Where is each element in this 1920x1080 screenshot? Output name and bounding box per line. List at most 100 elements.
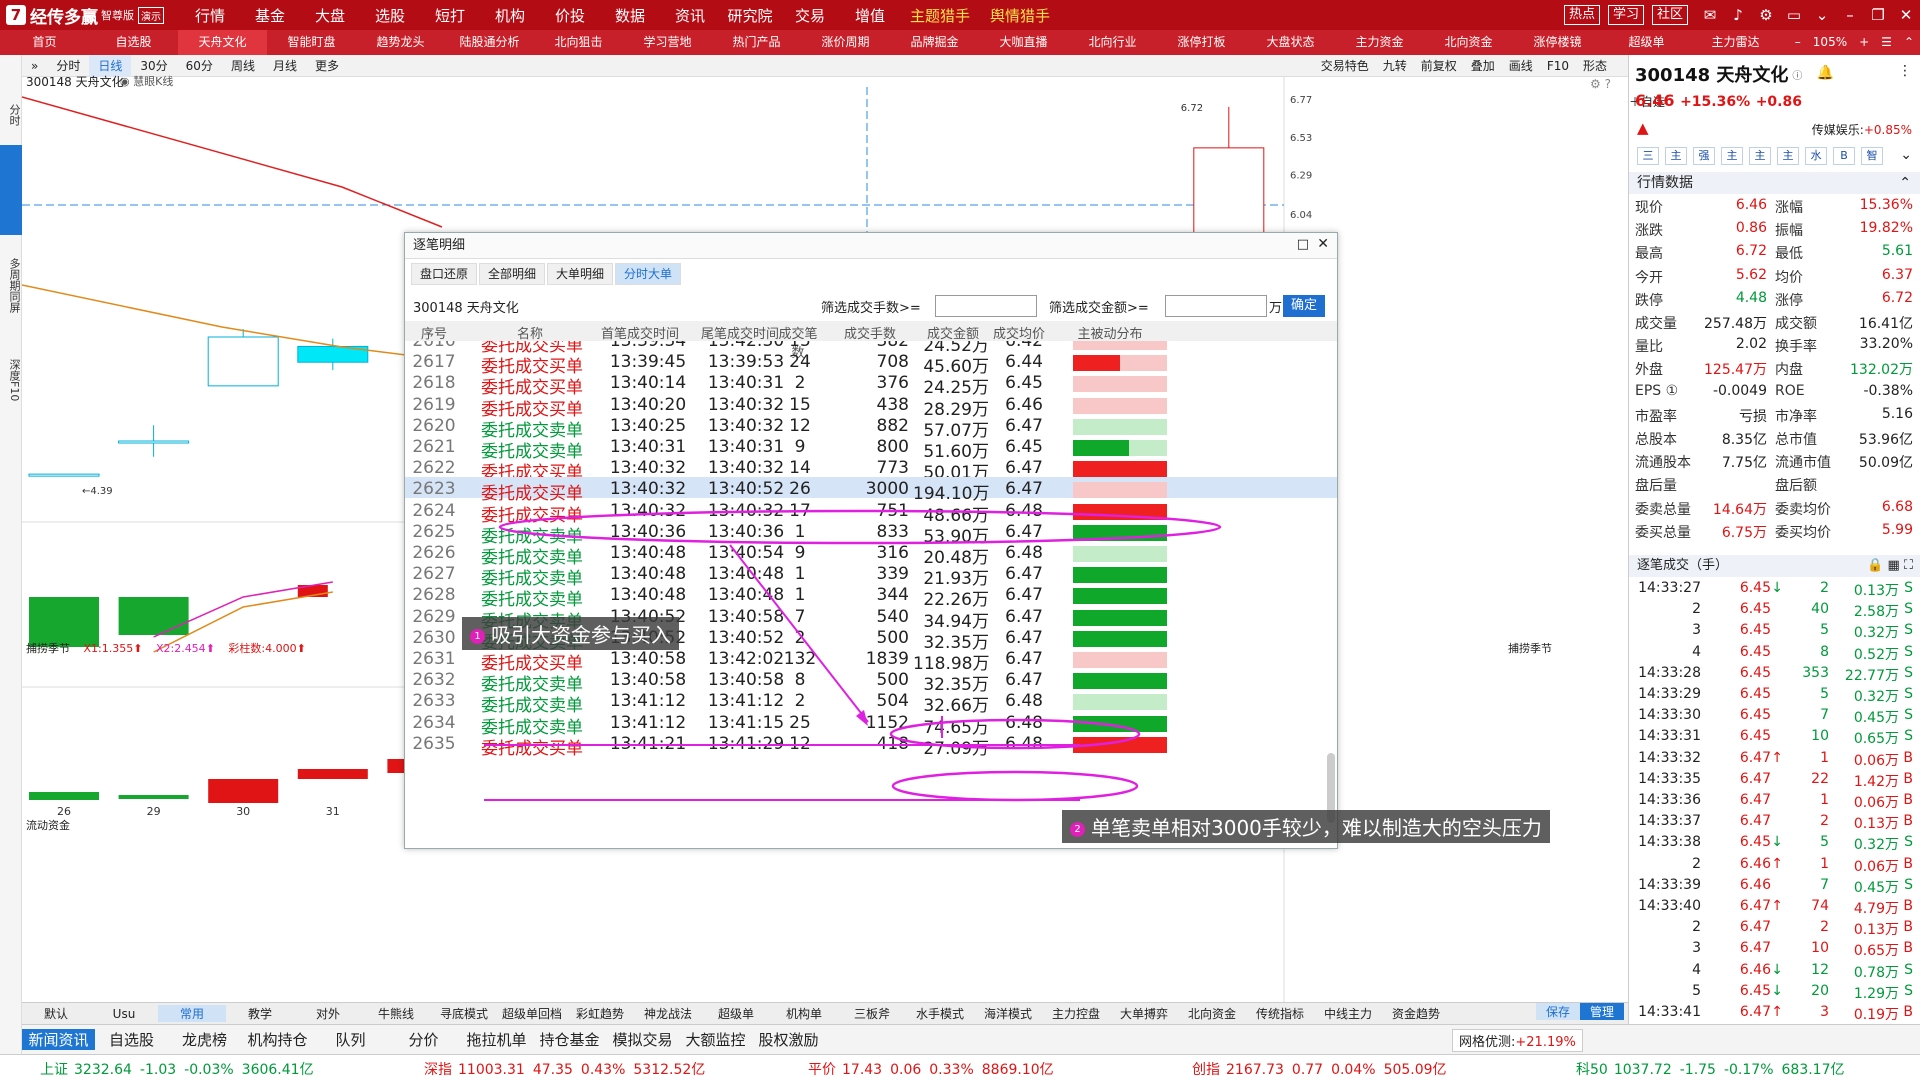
table-row[interactable]: 2617 委托成交买单 13:39:45 13:39:53 24 708 45.60万 6.4… <box>405 350 1337 377</box>
indicator-tab[interactable]: 传统指标 <box>1246 1005 1314 1022</box>
nav-item[interactable]: 涨停楼镜 <box>1513 30 1602 55</box>
indicator-tab[interactable]: 教学 <box>226 1005 294 1022</box>
bottom-tab[interactable]: 机构持仓 <box>241 1029 314 1050</box>
warning-icon[interactable]: ▲ <box>1637 119 1649 137</box>
maximize-icon[interactable]: □ <box>1297 237 1309 252</box>
period-tab[interactable]: 周线 <box>222 55 264 77</box>
nav-item[interactable]: 天舟文化 <box>178 30 267 55</box>
nav-item[interactable]: 大盘状态 <box>1246 30 1335 55</box>
table-body[interactable]: 2616 委托成交买单 13:39:34 13:42:30 15 382 24.52万 6.4… <box>405 341 1337 845</box>
menu-item[interactable]: 价投 <box>540 5 600 26</box>
nav-item[interactable]: 陆股通分析 <box>445 30 534 55</box>
gear-icon[interactable]: ⚙ <box>1752 6 1780 24</box>
chart-tool[interactable]: F10 <box>1540 55 1576 77</box>
ticks-icons[interactable]: 🔒 ▦ ⛶ <box>1867 555 1913 577</box>
nav-item[interactable]: 主力雷达 <box>1691 30 1780 55</box>
column-header[interactable]: 成交均价 <box>993 323 1045 342</box>
indicator-tab[interactable]: 机构单 <box>770 1005 838 1022</box>
bottom-right-button[interactable]: 管理 <box>1580 1003 1624 1020</box>
nav-item[interactable]: 大咖直播 <box>979 30 1068 55</box>
table-row[interactable]: 2628 委托成交卖单 13:40:48 13:40:48 1 344 22.26万 6.47 <box>405 583 1337 610</box>
menu-item[interactable]: 资讯 <box>660 5 720 26</box>
dialog-close-icon[interactable]: ✕ <box>1317 236 1329 252</box>
indicator-tab[interactable]: 大单搏弈 <box>1110 1005 1178 1022</box>
tab-f10[interactable]: 深度F10 <box>0 335 22 425</box>
more-icon[interactable]: ⋮ <box>1898 63 1912 79</box>
bottom-tab[interactable]: 分价 <box>387 1029 460 1050</box>
nav-item[interactable]: 品牌掘金 <box>890 30 979 55</box>
nav-item[interactable]: 趋势龙头 <box>356 30 445 55</box>
column-header[interactable]: 成交金额 <box>913 323 993 342</box>
menu-item[interactable]: 机构 <box>480 5 540 26</box>
nav-item[interactable]: 自选股 <box>89 30 178 55</box>
indicator-tab[interactable]: 海洋模式 <box>974 1005 1042 1022</box>
nav-item[interactable]: 北向行业 <box>1068 30 1157 55</box>
dialog-tab[interactable]: 盘口还原 <box>411 263 478 285</box>
chart-tool[interactable]: 叠加 <box>1464 55 1502 77</box>
quote-tool-icon[interactable]: 强 <box>1693 147 1715 165</box>
dialog-tab[interactable]: 大单明细 <box>547 263 614 285</box>
period-tab[interactable]: 月线 <box>264 55 306 77</box>
close-icon[interactable]: ✕ <box>1892 6 1920 24</box>
bottom-tab[interactable]: 龙虎榜 <box>168 1029 241 1050</box>
column-header[interactable]: 序号 <box>415 323 453 342</box>
index-quote[interactable]: 平价 17.43 0.06 0.33% 8869.10亿 <box>808 1059 1054 1079</box>
menu-item[interactable]: 舆情猎手 <box>980 5 1060 26</box>
menu-icon[interactable]: ☰ <box>1875 30 1898 55</box>
dialog-tab[interactable]: 分时大单 <box>615 263 682 285</box>
chart-tool[interactable]: 画线 <box>1502 55 1540 77</box>
quote-tool-icon[interactable]: 主 <box>1749 147 1771 165</box>
chart-tool[interactable]: 前复权 <box>1414 55 1464 77</box>
indicator-tab[interactable]: 神龙战法 <box>634 1005 702 1022</box>
nav-item[interactable]: 首页 <box>0 30 89 55</box>
menu-item[interactable]: 研究院 <box>720 5 780 26</box>
nav-item[interactable]: 热门产品 <box>712 30 801 55</box>
quote-section-title[interactable]: 行情数据 ⌃ <box>1629 172 1920 194</box>
bottom-tab[interactable]: 自选股 <box>95 1029 168 1050</box>
menu-item[interactable]: 大盘 <box>300 5 360 26</box>
chart-tool[interactable]: 形态 <box>1576 55 1614 77</box>
index-quote[interactable]: 深指 11003.31 47.35 0.43% 5312.52亿 <box>424 1059 705 1079</box>
table-row[interactable]: 2616 委托成交买单 13:39:34 13:42:30 15 382 24.52万 6.4… <box>405 341 1337 356</box>
confirm-button[interactable]: 确定 <box>1283 295 1325 317</box>
chart-tool[interactable]: 交易特色 <box>1314 55 1376 77</box>
zoom-out-icon[interactable]: – <box>1789 30 1807 55</box>
column-header[interactable]: 主被动分布 <box>1065 323 1155 342</box>
chart-icons[interactable]: ⚙ ? <box>1590 77 1611 91</box>
learn-button[interactable]: 学习 <box>1607 5 1644 25</box>
column-header[interactable]: 成交手数 <box>835 323 905 342</box>
tab-multi-period[interactable]: 多周期同屏 <box>0 240 22 330</box>
menu-item[interactable]: 短打 <box>420 5 480 26</box>
filter-amount-input[interactable] <box>1165 295 1267 317</box>
indicator-tab[interactable]: 对外 <box>294 1005 362 1022</box>
menu-item[interactable]: 数据 <box>600 5 660 26</box>
index-quote[interactable]: 创指 2167.73 0.77 0.04% 505.09亿 <box>1192 1059 1447 1079</box>
menu-item[interactable]: 主题猎手 <box>900 5 980 26</box>
nav-item[interactable]: 涨价周期 <box>801 30 890 55</box>
dialog-tab[interactable]: 全部明细 <box>479 263 546 285</box>
nav-item[interactable]: 北向资金 <box>1424 30 1513 55</box>
column-header[interactable]: 尾笔成交时间 <box>695 323 785 342</box>
bell-icon[interactable]: 🔔 <box>1817 65 1834 81</box>
indicator-tab[interactable]: 资金趋势 <box>1382 1005 1450 1022</box>
grid-opt[interactable]: 网格优测:+21.19% <box>1452 1029 1583 1052</box>
restore-icon[interactable]: ❐ <box>1864 6 1892 24</box>
index-quote[interactable]: 科50 1037.72 -1.75 -0.17% 683.17亿 <box>1576 1059 1845 1079</box>
tab-timeshare[interactable]: 分时 <box>0 95 22 135</box>
table-row[interactable]: 2635 委托成交买单 13:41:21 13:41:29 12 418 27.09万 6.4… <box>405 732 1337 759</box>
layout-icon[interactable]: ▭ <box>1780 6 1808 24</box>
bottom-tab[interactable]: 股权激励 <box>752 1029 825 1050</box>
table-row[interactable]: 2626 委托成交卖单 13:40:48 13:40:54 9 316 20.48万 6.48 <box>405 541 1337 568</box>
filter-lots-input[interactable] <box>935 295 1037 317</box>
table-row[interactable]: 2619 委托成交买单 13:40:20 13:40:32 15 438 28.29万 6.4… <box>405 393 1337 420</box>
bottom-right-button[interactable]: 保存 <box>1536 1003 1580 1020</box>
bottom-tab[interactable]: 队列 <box>314 1029 387 1050</box>
indicator-tab[interactable]: 常用 <box>158 1005 226 1022</box>
chevron-down-icon[interactable]: ⌄ <box>1900 147 1912 163</box>
info-icon[interactable]: ⓘ <box>1792 67 1802 82</box>
chart-tool[interactable]: 九转 <box>1376 55 1414 77</box>
indicator-tab[interactable]: 寻底模式 <box>430 1005 498 1022</box>
nav-item[interactable]: 智能盯盘 <box>267 30 356 55</box>
table-row[interactable]: 2623 委托成交买单 13:40:32 13:40:52 26 3000 194.10万 6… <box>405 477 1337 504</box>
menu-item[interactable]: 交易 <box>780 5 840 26</box>
